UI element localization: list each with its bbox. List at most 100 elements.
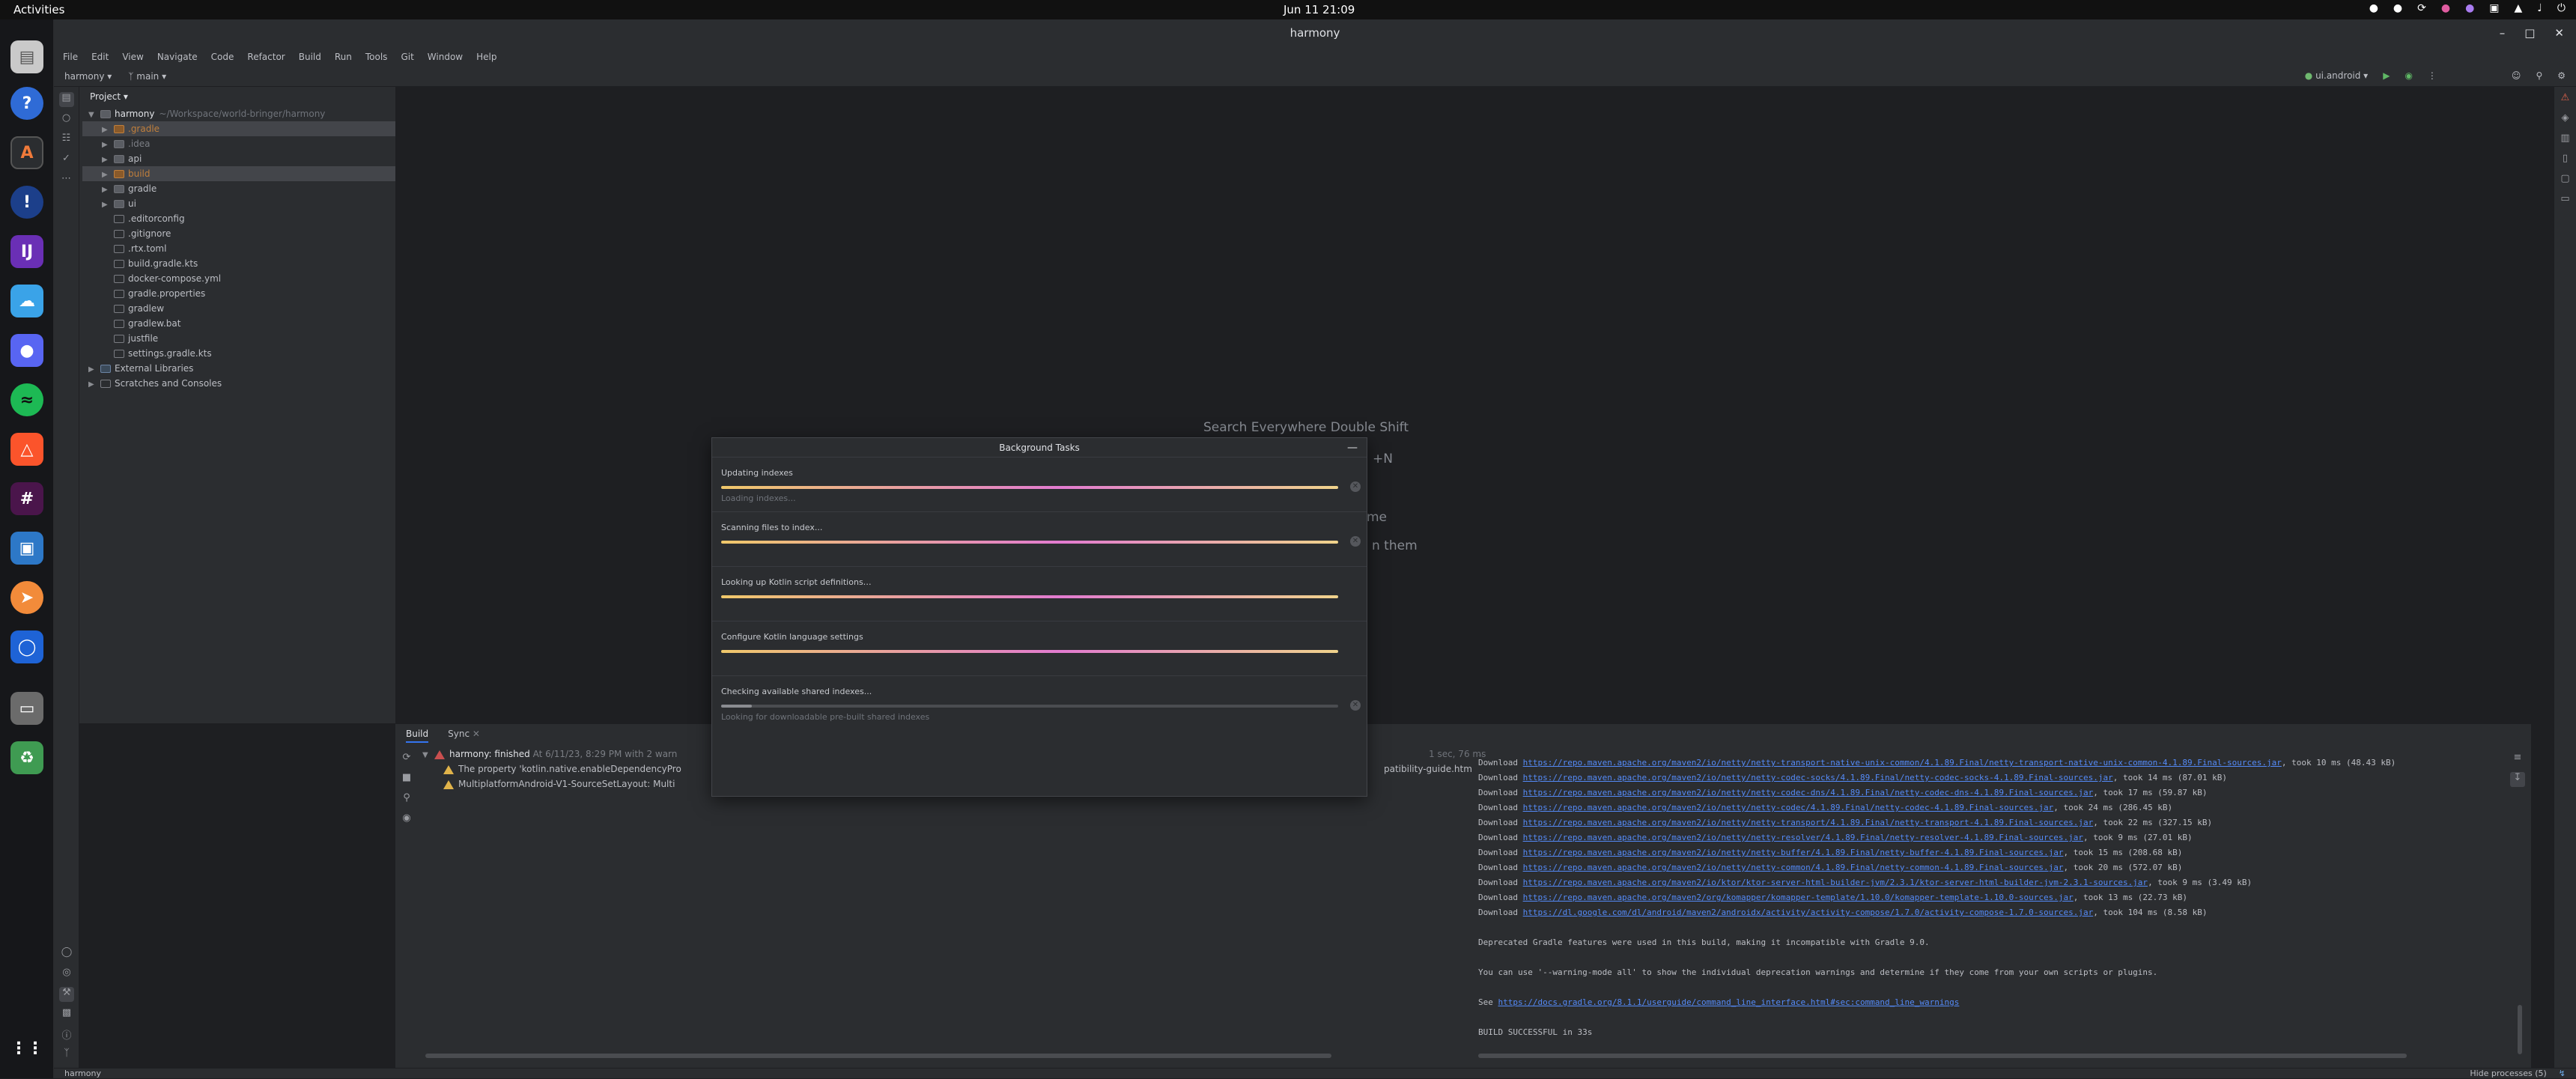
run-config-selector[interactable]: ● ui.android ▾ — [2305, 70, 2368, 81]
menu-run[interactable]: Run — [335, 52, 352, 62]
build-console[interactable]: … Download https://repo.maven.apache.org… — [1474, 747, 2503, 1046]
teams-tray-icon[interactable]: ▣ — [2489, 2, 2499, 14]
brave-browser-icon[interactable]: △ — [10, 433, 43, 466]
download-link[interactable]: https://repo.maven.apache.org/maven2/io/… — [1523, 773, 2113, 782]
screenshot-app-icon[interactable]: ▣ — [10, 532, 43, 565]
download-link[interactable]: https://repo.maven.apache.org/maven2/org… — [1523, 893, 2074, 902]
gradle-tool-icon[interactable]: ◈ — [2558, 112, 2573, 127]
android-studio-icon[interactable]: A — [10, 136, 43, 169]
resource-manager-icon[interactable]: ✓ — [59, 153, 74, 168]
chevron-right-icon[interactable]: ▶ — [88, 377, 100, 392]
download-link[interactable]: https://repo.maven.apache.org/maven2/io/… — [1523, 803, 2054, 812]
emulator-tool-icon[interactable]: ▢ — [2558, 173, 2573, 188]
tab-build[interactable]: Build — [406, 729, 429, 743]
intellij-icon[interactable]: IJ — [10, 235, 43, 268]
chevron-right-icon[interactable]: ▶ — [102, 138, 114, 153]
account-icon[interactable]: ☺ — [2512, 70, 2521, 81]
menu-window[interactable]: Window — [428, 52, 463, 62]
help-app-icon[interactable]: ? — [10, 87, 43, 120]
scroll-to-end-icon[interactable]: ↧ — [2510, 772, 2525, 787]
minimize-icon[interactable]: – — [2500, 19, 2506, 46]
github-tray-icon[interactable]: ● — [2393, 2, 2402, 14]
menu-code[interactable]: Code — [211, 52, 234, 62]
eye-icon[interactable]: ◉ — [399, 812, 414, 827]
tree-item-api[interactable]: ▶ api — [82, 151, 395, 166]
password-manager-icon[interactable]: ! — [10, 186, 43, 219]
tree-item-build-gradle-kts[interactable]: build.gradle.kts — [82, 256, 395, 271]
close-icon[interactable]: ✕ — [2554, 19, 2564, 46]
tree-item-gradle[interactable]: ▶ .gradle — [82, 121, 395, 136]
menu-file[interactable]: File — [63, 52, 78, 62]
hide-processes-link[interactable]: Hide processes (5) — [2470, 1069, 2546, 1079]
menu-tools[interactable]: Tools — [365, 52, 388, 62]
sync-tray-icon[interactable]: ⟳ — [2417, 2, 2426, 14]
project-root[interactable]: ▼ harmony ~/Workspace/world-bringer/harmon… — [82, 106, 395, 121]
tree-item-docker-compose-yml[interactable]: docker-compose.yml — [82, 271, 395, 286]
tab-sync[interactable]: Sync ✕ — [448, 729, 480, 743]
device-explorer-icon[interactable]: ▭ — [2558, 193, 2573, 208]
files-app-icon[interactable]: ▤ — [10, 40, 43, 73]
console-horizontal-scrollbar[interactable] — [1478, 1054, 2407, 1058]
tree-item-justfile[interactable]: justfile — [82, 331, 395, 346]
maximize-icon[interactable]: □ — [2524, 19, 2535, 46]
tree-item-rtx-toml[interactable]: .rtx.toml — [82, 241, 395, 256]
menu-edit[interactable]: Edit — [91, 52, 109, 62]
menu-navigate[interactable]: Navigate — [157, 52, 198, 62]
vcs-status-icon[interactable]: ↯ — [2559, 1069, 2566, 1079]
chevron-right-icon[interactable]: ▶ — [102, 153, 114, 168]
remote-app-icon[interactable]: ◯ — [10, 630, 43, 663]
terminal-tool-icon[interactable]: ▩ — [59, 1007, 74, 1022]
chevron-right-icon[interactable]: ▶ — [102, 183, 114, 198]
git-tool-icon[interactable]: ᛉ — [59, 1048, 74, 1063]
download-link[interactable]: https://repo.maven.apache.org/maven2/io/… — [1523, 878, 2148, 887]
project-tool-icon[interactable]: ▤ — [58, 92, 74, 107]
postman-icon[interactable]: ➤ — [10, 581, 43, 614]
more-tools-icon[interactable]: ⋯ — [59, 173, 74, 188]
console-vertical-scrollbar[interactable] — [2518, 1005, 2522, 1054]
menu-help[interactable]: Help — [476, 52, 496, 62]
debug-icon[interactable]: ◉ — [2405, 70, 2412, 81]
database-tool-icon[interactable]: ▥ — [2558, 133, 2573, 148]
background-tasks-header[interactable]: Background Tasks — — [712, 438, 1367, 458]
menu-git[interactable]: Git — [401, 52, 413, 62]
tree-item-build[interactable]: ▶ build — [82, 166, 395, 181]
chevron-down-icon[interactable]: ▼ — [422, 748, 434, 763]
commit-tool-icon[interactable]: ○ — [59, 112, 74, 127]
show-apps-icon[interactable]: ⋮⋮ — [10, 1032, 43, 1065]
minimize-icon[interactable]: — — [1347, 438, 1358, 458]
branch-switcher[interactable]: ᛉ main ▾ — [128, 71, 166, 82]
download-link[interactable]: https://repo.maven.apache.org/maven2/io/… — [1523, 788, 2094, 797]
structure-tool-icon[interactable]: ☷ — [59, 133, 74, 148]
pin-icon[interactable]: ⚲ — [399, 792, 414, 807]
project-switcher[interactable]: harmony ▾ — [64, 71, 112, 82]
run-icon[interactable]: ▶ — [2383, 70, 2390, 81]
app-inspection-icon[interactable]: ◎ — [59, 967, 74, 982]
cancel-task-icon[interactable]: ✕ — [1350, 536, 1361, 547]
menu-build[interactable]: Build — [299, 52, 321, 62]
tree-item-gradlew-bat[interactable]: gradlew.bat — [82, 316, 395, 331]
discord-tray-icon[interactable]: ● — [2369, 2, 2378, 14]
chevron-right-icon[interactable]: ▶ — [102, 123, 114, 138]
settings-gear-icon[interactable]: ⚙ — [2557, 70, 2566, 81]
chevron-down-icon[interactable]: ▼ — [88, 108, 100, 123]
download-link[interactable]: https://repo.maven.apache.org/maven2/io/… — [1523, 833, 2083, 842]
spotify-icon[interactable]: ≈ — [10, 383, 43, 416]
trash-icon[interactable]: ♻ — [10, 741, 43, 774]
notifications-icon[interactable]: ⚠ — [2558, 92, 2573, 107]
slack-icon[interactable]: # — [10, 482, 43, 515]
system-clock[interactable]: Jun 11 21:09 — [1284, 3, 1355, 16]
tree-item-gradle-properties[interactable]: gradle.properties — [82, 286, 395, 301]
download-link[interactable]: https://repo.maven.apache.org/maven2/io/… — [1523, 758, 2282, 768]
activities-button[interactable]: Activities — [13, 3, 64, 16]
cancel-task-icon[interactable]: ✕ — [1350, 700, 1361, 711]
download-link[interactable]: https://repo.maven.apache.org/maven2/io/… — [1523, 848, 2064, 857]
download-link[interactable]: https://dl.google.com/dl/android/maven2/… — [1523, 908, 2094, 917]
stop-icon[interactable]: ■ — [399, 772, 414, 787]
tree-item-gitignore[interactable]: .gitignore — [82, 226, 395, 241]
device-manager-icon[interactable]: ▯ — [2558, 153, 2573, 168]
tree-item-idea[interactable]: ▶ .idea — [82, 136, 395, 151]
tree-item-settings-gradle-kts[interactable]: settings.gradle.kts — [82, 346, 395, 361]
wifi-icon[interactable]: ▲ — [2515, 2, 2523, 14]
tree-horizontal-scrollbar[interactable] — [425, 1054, 1331, 1058]
cancel-task-icon[interactable]: ✕ — [1350, 481, 1361, 492]
